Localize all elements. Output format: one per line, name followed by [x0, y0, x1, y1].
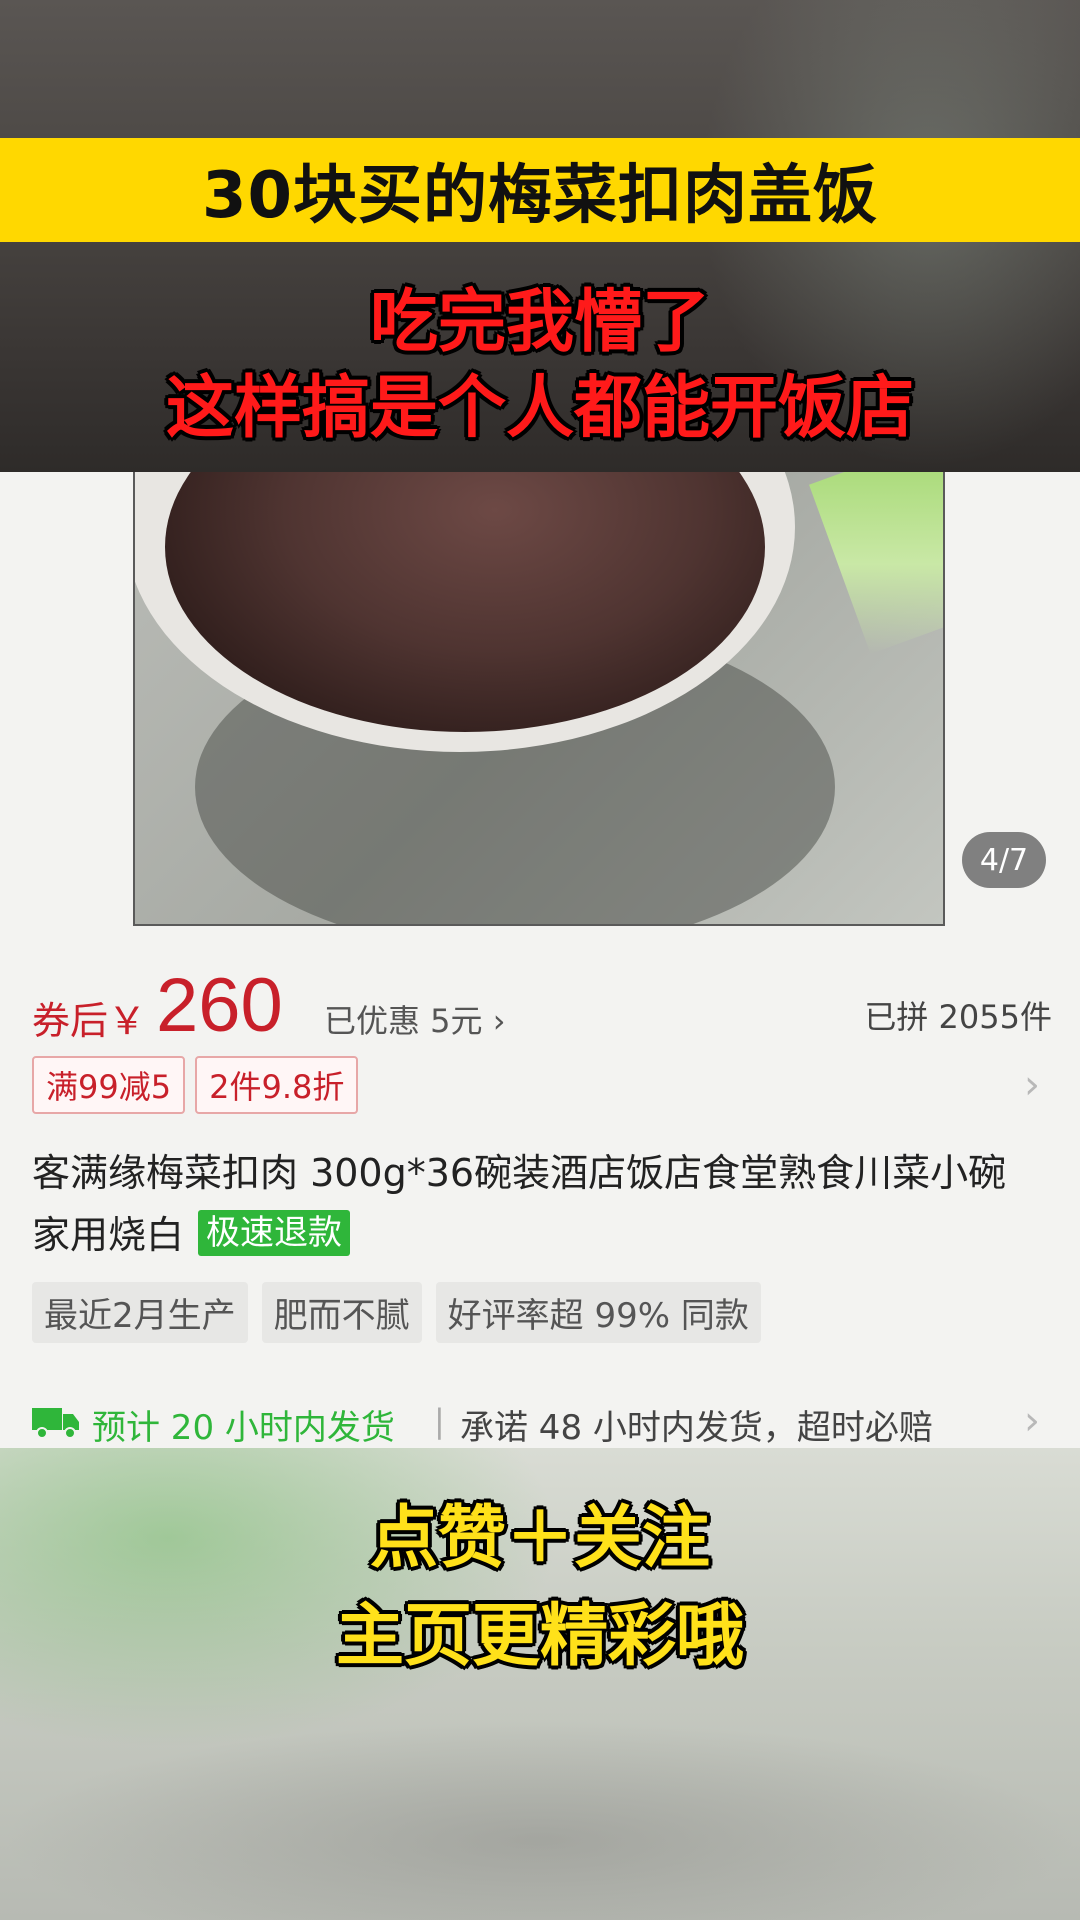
feature-tag: 最近2月生产: [32, 1282, 248, 1343]
price-value: 260: [156, 963, 283, 1048]
promo-tags[interactable]: 满99减5 2件9.8折: [32, 1056, 368, 1114]
shipping-estimate: 预计 20 小时内发货: [92, 1408, 395, 1448]
fast-refund-badge: 极速退款: [198, 1210, 351, 1256]
chevron-right-icon[interactable]: ›: [1024, 1062, 1040, 1108]
blurred-grey-area: [0, 1720, 1080, 1920]
chevron-right-icon[interactable]: ›: [1024, 1398, 1040, 1444]
feature-tag: 好评率超 99% 同款: [435, 1282, 761, 1343]
price-row: 券后￥ 260 已优惠 5元 › 已拼 2055件: [32, 962, 1052, 1052]
image-counter-badge: 4/7: [962, 832, 1046, 888]
product-screenshot: 4/7 券后￥ 260 已优惠 5元 › 已拼 2055件 满99减5 2件9.8…: [0, 472, 1080, 1448]
photo-border: [133, 472, 945, 926]
sold-count: 已拼 2055件: [864, 998, 1052, 1036]
yellow-caption-line-2: 主页更精彩哦: [335, 1597, 744, 1676]
promo-tag[interactable]: 满99减5: [32, 1056, 186, 1114]
promo-tag[interactable]: 2件9.8折: [195, 1056, 359, 1114]
shipping-divider: |: [434, 1402, 445, 1440]
product-title: 客满缘梅菜扣肉 300g*36碗装酒店饭店食堂熟食川菜小碗家用烧白 极速退款: [32, 1142, 1042, 1266]
truck-icon: [32, 1408, 79, 1439]
shipping-promise: 承诺 48 小时内发货，超时必赔: [460, 1408, 933, 1448]
title-banner: 30块买的梅菜扣肉盖饭: [0, 138, 1080, 242]
yellow-caption-line-1: 点赞＋关注: [369, 1499, 710, 1578]
video-title: 30块买的梅菜扣肉盖饭: [201, 159, 879, 233]
red-caption-line-1: 吃完我懵了: [369, 283, 710, 362]
red-caption-line-2: 这样搞是个人都能开饭店: [165, 369, 914, 448]
feature-tags: 最近2月生产 肥而不腻 好评率超 99% 同款: [32, 1282, 775, 1343]
shipping-row[interactable]: 预计 20 小时内发货 | 承诺 48 小时内发货，超时必赔 ›: [32, 1398, 1052, 1448]
discount-link[interactable]: 已优惠 5元 ›: [324, 996, 506, 1042]
feature-tag: 肥而不腻: [261, 1282, 422, 1343]
product-title-text: 客满缘梅菜扣肉 300g*36碗装酒店饭店食堂熟食川菜小碗家用烧白: [32, 1151, 1007, 1257]
price-prefix: 券后￥: [32, 999, 147, 1043]
